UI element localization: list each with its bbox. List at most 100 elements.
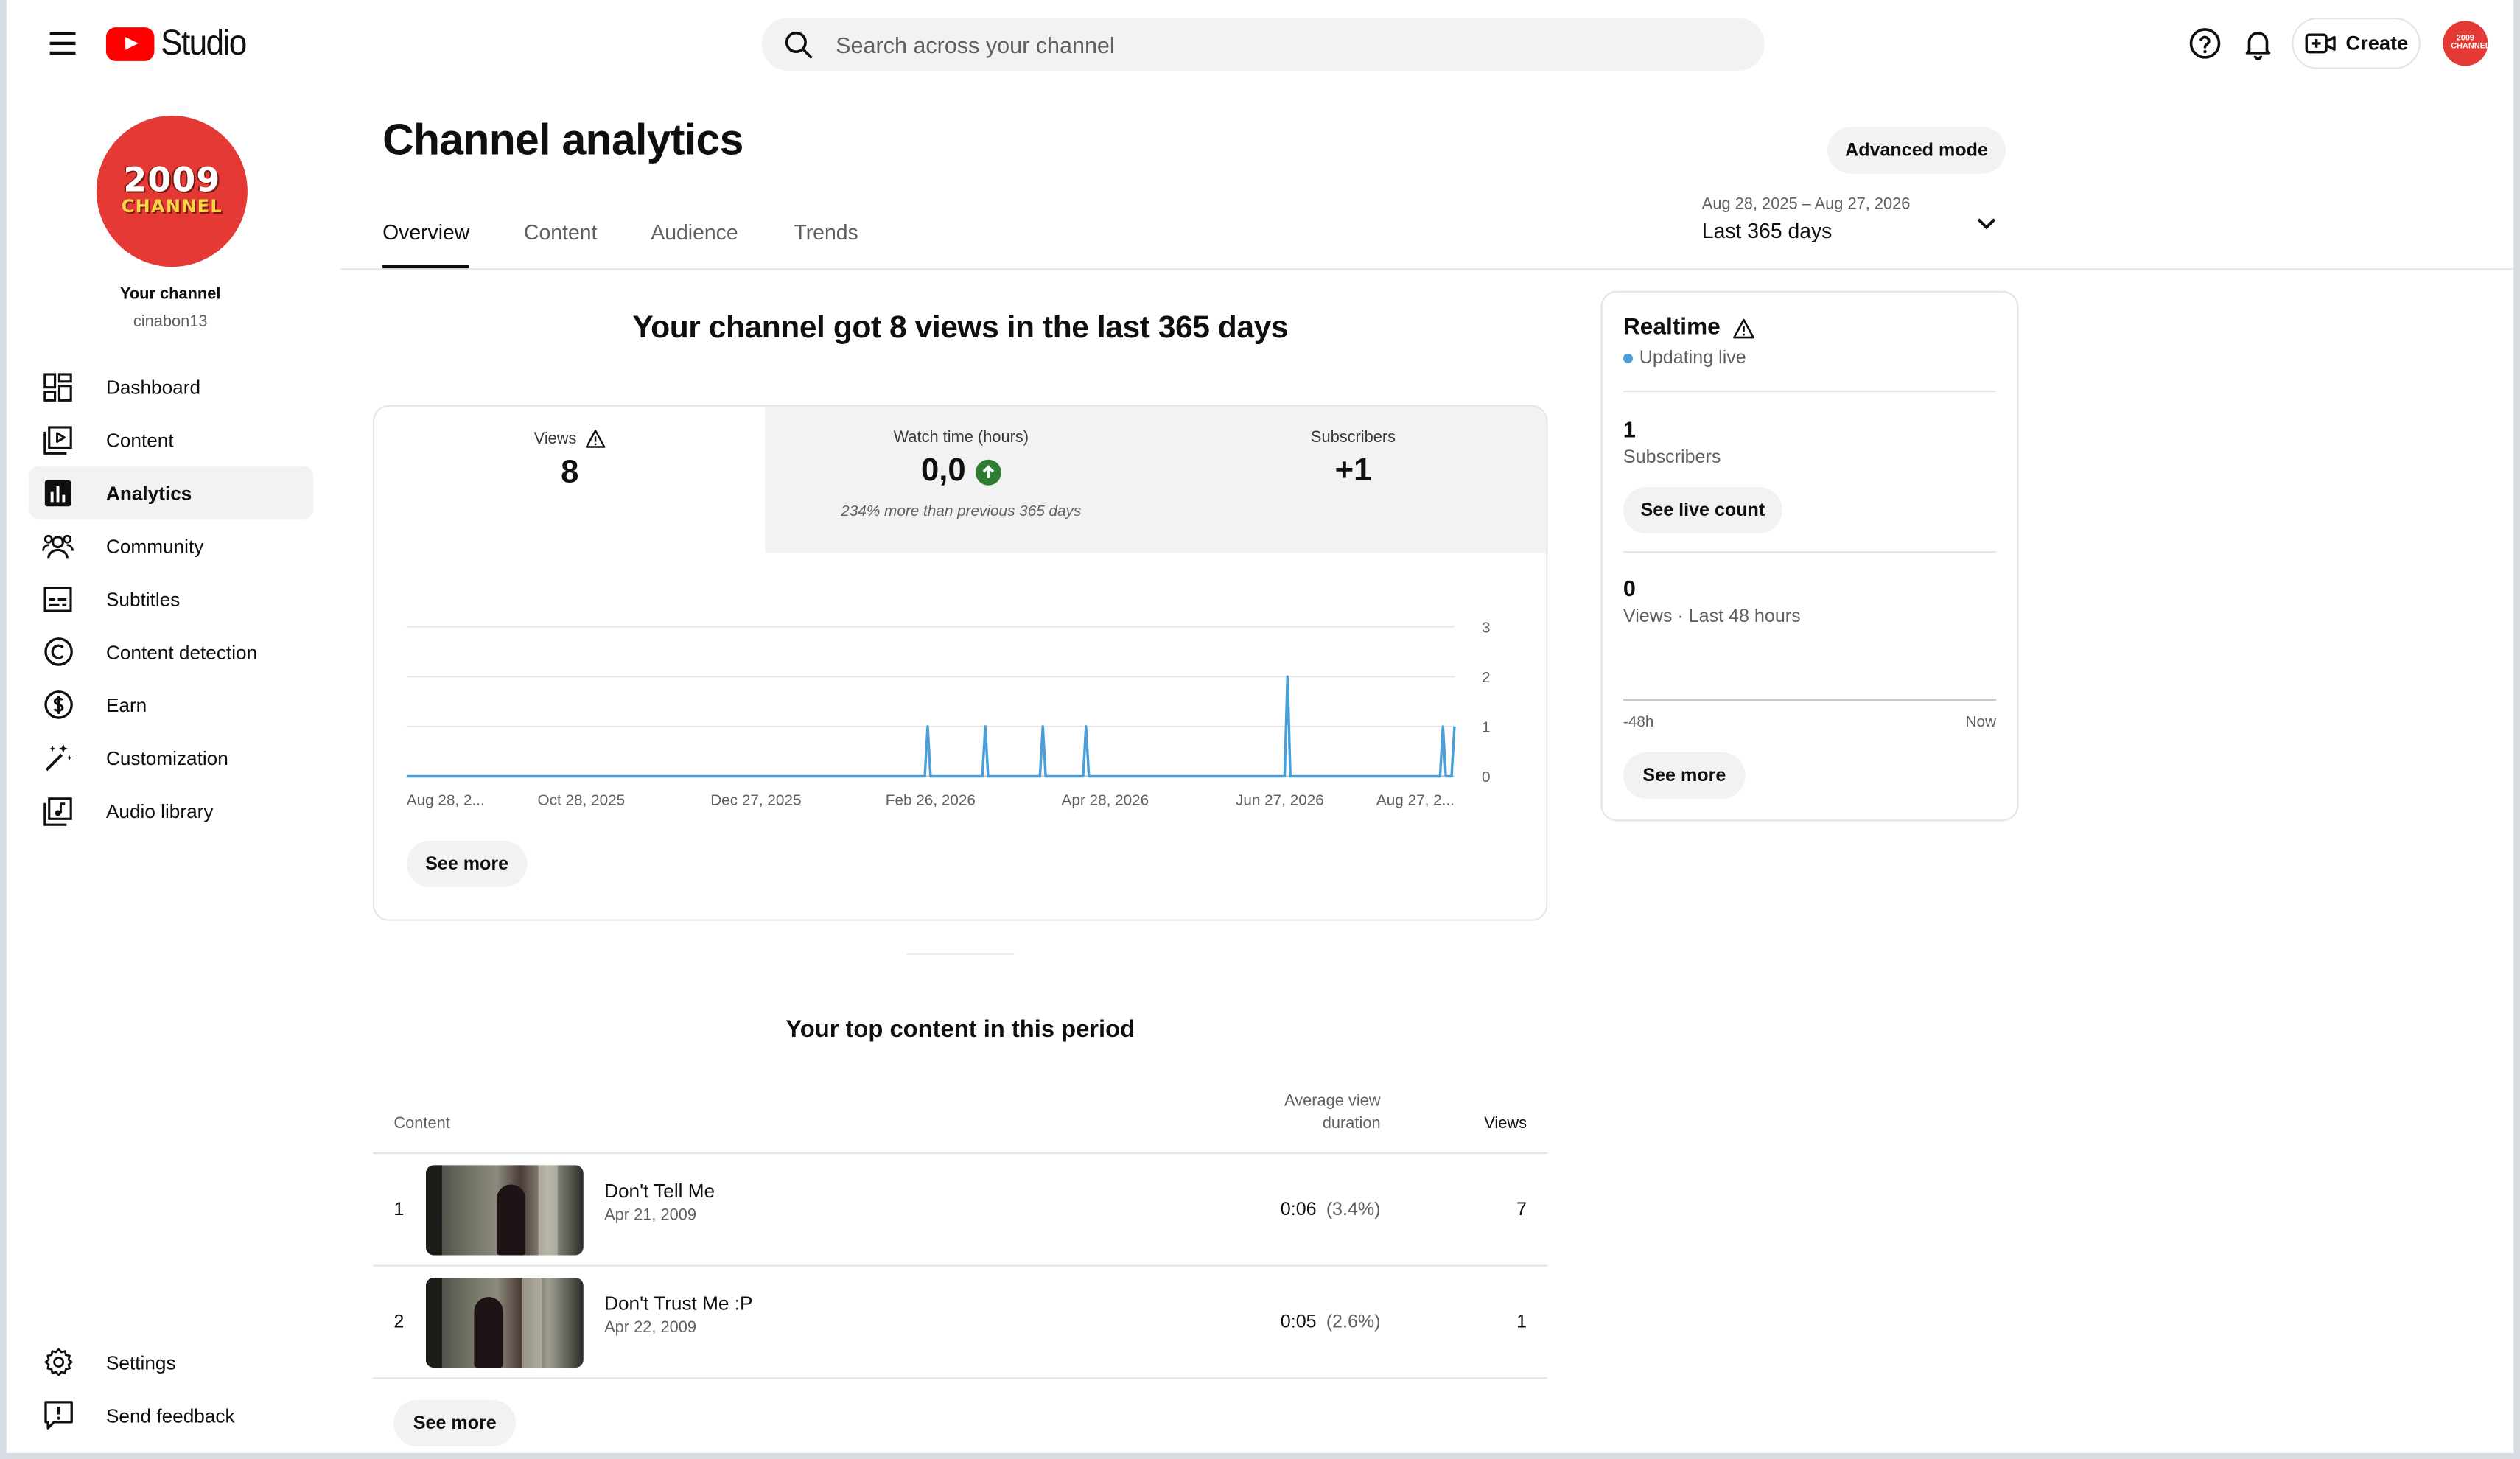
metric-watch-time[interactable]: Watch time (hours) 0,0 234% more than pr… bbox=[765, 406, 1158, 553]
duration-value: 0:05 bbox=[1280, 1312, 1317, 1333]
sidebar-item-earn[interactable]: Earn bbox=[29, 678, 313, 731]
x-tick-label: Apr 28, 2026 bbox=[1062, 792, 1149, 809]
copyright-icon bbox=[42, 636, 74, 668]
realtime-divider bbox=[1623, 391, 1996, 393]
search-bar[interactable] bbox=[761, 17, 1765, 71]
y-tick-label: 0 bbox=[1482, 769, 1491, 786]
tab-audience[interactable]: Audience bbox=[651, 220, 738, 270]
metric-subscribers[interactable]: Subscribers +1 bbox=[1157, 406, 1547, 553]
sidebar-item-settings[interactable]: Settings bbox=[29, 1336, 313, 1389]
youtube-play-icon bbox=[105, 26, 155, 60]
channel-avatar[interactable]: 2009 CHANNEL bbox=[96, 116, 248, 267]
live-indicator-dot bbox=[1623, 353, 1634, 363]
studio-logo[interactable]: Studio bbox=[105, 22, 253, 65]
video-thumbnail[interactable] bbox=[425, 1277, 584, 1368]
avg-view-duration: 0:05 (2.6%) bbox=[1281, 1313, 1381, 1332]
see-live-count-button[interactable]: See live count bbox=[1623, 486, 1782, 534]
sidebar-item-dashboard[interactable]: Dashboard bbox=[29, 360, 313, 413]
column-header-avg-duration[interactable]: Average view duration bbox=[1219, 1093, 1381, 1133]
date-range-selector[interactable]: Last 365 days bbox=[1702, 219, 1833, 243]
video-title[interactable]: Don't Tell Me bbox=[604, 1180, 715, 1203]
metric-views[interactable]: Views 8 bbox=[374, 407, 765, 553]
realtime-divider bbox=[1623, 551, 1996, 553]
x-tick-label: Jun 27, 2026 bbox=[1236, 792, 1324, 809]
create-button[interactable]: Create bbox=[2292, 17, 2421, 69]
column-header-line: duration bbox=[1322, 1115, 1381, 1133]
header-divider bbox=[340, 268, 2514, 270]
video-views: 7 bbox=[1516, 1200, 1527, 1220]
realtime-axis-end: Now bbox=[1965, 713, 1996, 732]
channel-handle: cinabon13 bbox=[133, 313, 208, 332]
sidebar-item-subtitles[interactable]: Subtitles bbox=[29, 572, 313, 625]
sidebar-item-label: Customization bbox=[105, 746, 228, 769]
metric-label: Watch time (hours) bbox=[893, 429, 1029, 447]
tab-overview[interactable]: Overview bbox=[382, 220, 469, 270]
sidebar-item-audio-library[interactable]: Audio library bbox=[29, 784, 313, 837]
sidebar-item-content-detection[interactable]: Content detection bbox=[29, 625, 313, 678]
video-thumbnail[interactable] bbox=[425, 1165, 584, 1256]
sidebar-item-content[interactable]: Content bbox=[29, 413, 313, 466]
audio-library-icon bbox=[42, 795, 74, 828]
sidebar-item-label: Analytics bbox=[105, 481, 192, 504]
warning-icon[interactable] bbox=[1733, 318, 1756, 338]
realtime-views-label: Views · Last 48 hours bbox=[1623, 607, 1801, 627]
realtime-live-text: Updating live bbox=[1639, 349, 1746, 368]
community-icon bbox=[42, 530, 74, 562]
x-tick-label: Feb 26, 2026 bbox=[886, 792, 976, 809]
search-icon[interactable] bbox=[762, 18, 836, 71]
sidebar-item-label: Earn bbox=[105, 693, 147, 716]
row-divider bbox=[373, 1377, 1548, 1379]
x-tick-label: Oct 28, 2025 bbox=[538, 792, 626, 809]
logo-text: Studio bbox=[161, 22, 247, 63]
date-range-text[interactable]: Aug 28, 2025 – Aug 27, 2026 bbox=[1702, 196, 1911, 214]
section-divider bbox=[906, 953, 1015, 955]
search-input[interactable] bbox=[836, 31, 1736, 57]
see-more-button[interactable]: See more bbox=[406, 840, 528, 887]
see-more-content-button[interactable]: See more bbox=[393, 1399, 517, 1447]
magic-wand-icon bbox=[42, 742, 74, 774]
metric-value: +1 bbox=[1334, 453, 1372, 489]
studio-window: Studio Create 2009 CHANNEL 2009 CHANNEL … bbox=[0, 0, 2520, 1459]
tab-trends[interactable]: Trends bbox=[794, 220, 858, 270]
account-avatar[interactable]: 2009 CHANNEL bbox=[2443, 21, 2491, 66]
metric-change-text: 234% more than previous 365 days bbox=[841, 503, 1082, 521]
gear-icon bbox=[42, 1346, 74, 1379]
sidebar-item-send-feedback[interactable]: Send feedback bbox=[29, 1388, 313, 1441]
sidebar-item-community[interactable]: Community bbox=[29, 519, 313, 573]
channel-avatar-line1: 2009 bbox=[123, 161, 221, 200]
sidebar-item-customization[interactable]: Customization bbox=[29, 731, 313, 784]
table-row[interactable]: 1 Don't Tell Me Apr 21, 2009 0:06 (3.4%) … bbox=[373, 1154, 1547, 1267]
see-more-realtime-button[interactable]: See more bbox=[1623, 752, 1746, 800]
duration-value: 0:06 bbox=[1280, 1200, 1317, 1220]
page-title: Channel analytics bbox=[382, 116, 743, 164]
channel-avatar-line2: CHANNEL bbox=[121, 197, 223, 218]
sidebar-item-analytics[interactable]: Analytics bbox=[29, 466, 314, 519]
metric-label: Subscribers bbox=[1310, 429, 1396, 447]
overview-card: Views 8 Watch time (hours) 0,0 234% more… bbox=[373, 405, 1548, 921]
chevron-down-icon[interactable] bbox=[1970, 207, 2003, 239]
column-header-views[interactable]: Views bbox=[1446, 1116, 1527, 1133]
video-date: Apr 21, 2009 bbox=[604, 1207, 697, 1225]
column-header-content: Content bbox=[393, 1115, 450, 1133]
advanced-mode-button[interactable]: Advanced mode bbox=[1827, 127, 2006, 174]
metric-value: 8 bbox=[561, 455, 579, 491]
your-channel-label: Your channel bbox=[119, 286, 221, 304]
tab-content[interactable]: Content bbox=[524, 220, 597, 270]
help-icon[interactable] bbox=[2184, 23, 2226, 65]
table-row[interactable]: 2 Don't Trust Me :P Apr 22, 2009 0:05 (2.… bbox=[373, 1267, 1547, 1379]
realtime-subscribers-value: 1 bbox=[1623, 416, 1636, 442]
sidebar-item-label: Dashboard bbox=[105, 375, 201, 398]
warning-icon[interactable] bbox=[584, 429, 605, 448]
top-bar: Studio Create 2009 CHANNEL bbox=[7, 0, 2514, 87]
video-views: 1 bbox=[1516, 1312, 1527, 1333]
subtitles-icon bbox=[42, 583, 74, 615]
dashboard-icon bbox=[42, 371, 74, 403]
duration-percent: (2.6%) bbox=[1326, 1312, 1381, 1333]
y-tick-label: 3 bbox=[1482, 619, 1491, 636]
create-video-icon bbox=[2304, 33, 2335, 54]
create-label: Create bbox=[2345, 32, 2409, 55]
menu-icon[interactable] bbox=[42, 23, 84, 65]
realtime-axis-start: -48h bbox=[1623, 713, 1654, 732]
notifications-bell-icon[interactable] bbox=[2237, 23, 2279, 65]
video-title[interactable]: Don't Trust Me :P bbox=[604, 1292, 752, 1315]
